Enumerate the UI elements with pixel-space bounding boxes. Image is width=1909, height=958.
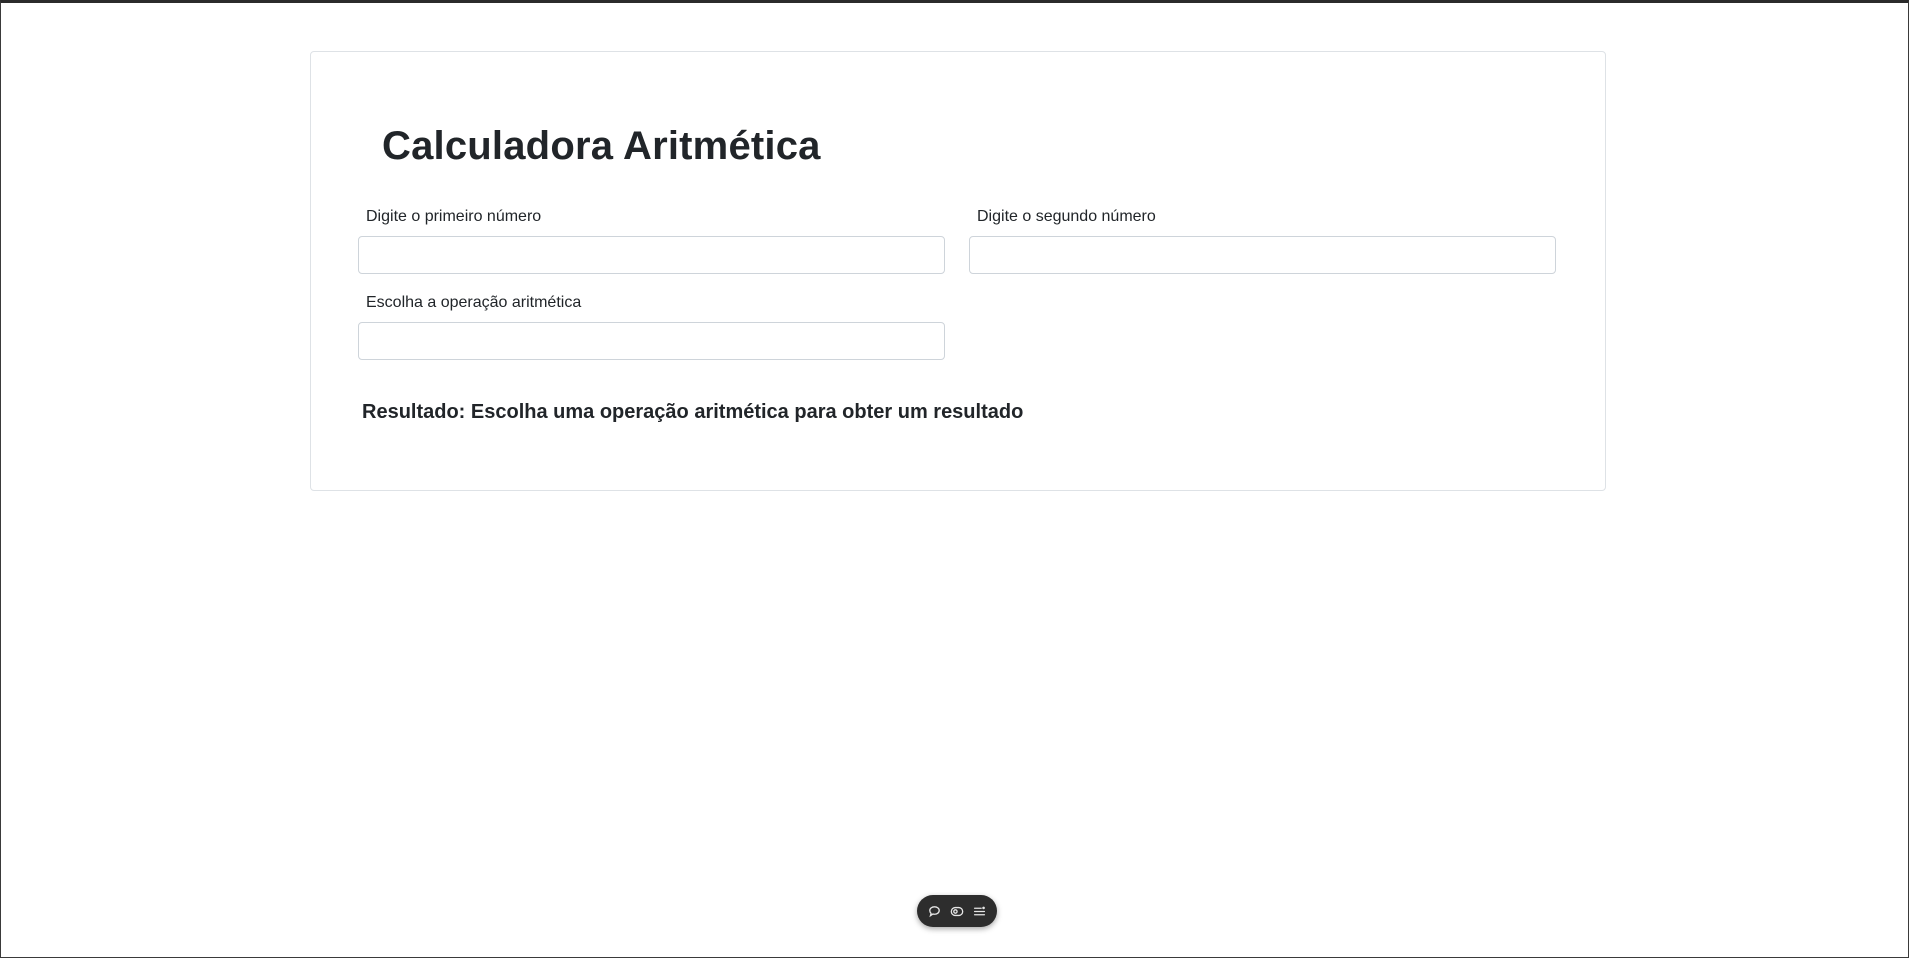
floating-toolbar	[917, 895, 997, 927]
first-number-input[interactable]	[358, 236, 945, 274]
comment-icon	[928, 905, 941, 918]
page-title: Calculadora Aritmética	[382, 124, 821, 168]
comment-button[interactable]	[924, 901, 944, 921]
first-number-label: Digite o primeiro número	[366, 208, 542, 225]
second-number-input[interactable]	[969, 236, 1556, 274]
operation-label: Escolha a operação aritmética	[366, 294, 582, 311]
view-button[interactable]	[947, 901, 967, 921]
calculator-card: Calculadora Aritmética Digite o primeiro…	[310, 51, 1606, 491]
eye-icon	[950, 905, 964, 918]
second-number-label: Digite o segundo número	[977, 208, 1156, 225]
result-text: Resultado: Escolha uma operação aritméti…	[362, 401, 1024, 423]
operation-input[interactable]	[358, 322, 945, 360]
menu-button[interactable]	[970, 901, 990, 921]
menu-list-icon	[973, 905, 986, 918]
